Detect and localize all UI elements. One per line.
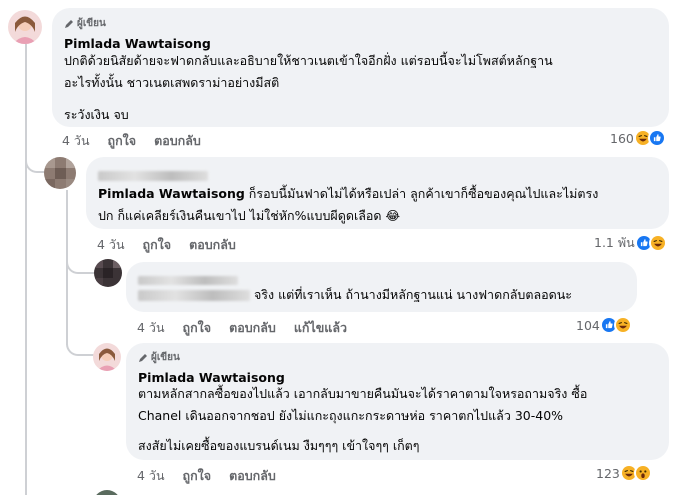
pencil-icon [139, 353, 147, 362]
comment-text-line: จริง แต่ที่เราเห็น ถ้านางมีหลักฐานแน่ นา… [138, 284, 625, 306]
like-button[interactable]: ถูกใจ [143, 235, 172, 255]
wow-emoji-icon [633, 464, 652, 482]
like-button[interactable]: ถูกใจ [183, 318, 212, 338]
reaction-summary[interactable]: 104 [576, 316, 632, 334]
thread-connector [66, 330, 94, 356]
blurred-name [98, 170, 208, 181]
author-badge-label: ผู้เขียน [77, 18, 106, 29]
reaction-summary[interactable]: 160 [610, 129, 666, 147]
thread-connector [66, 248, 94, 274]
comment-text-line: ปกติด้วยนิสัยด้ายจะฟาดกลับและอธิบายให้ชา… [64, 53, 553, 68]
comment-text-line: Chanel เดินออกจากชอป ยังไม่แกะถุงแกะกระด… [138, 408, 564, 423]
reply-button[interactable]: ตอบกลับ [229, 466, 276, 486]
reply-button[interactable]: ตอบกลับ [189, 235, 236, 255]
comment-text-line: อะไรทั้งนั้น ชาวเนตเสพดราม่าอย่างมีสติ [64, 75, 280, 90]
haha-emoji-icon [648, 234, 667, 252]
like-emoji-icon [647, 129, 666, 147]
mention-link[interactable]: Pimlada Wawtaisong [98, 186, 245, 201]
reaction-count: 1.1 พัน [594, 235, 635, 250]
reaction-count: 160 [610, 130, 634, 146]
avatar[interactable] [44, 157, 76, 189]
comment-actions: 4 วัน ถูกใจ ตอบกลับ [137, 466, 276, 486]
author-badge-label: ผู้เขียน [151, 352, 180, 363]
comment-text-line: ตามหลักสากลซื้อของไปแล้ว เอากลับมาขายคืน… [138, 386, 588, 401]
comment-bubble: จริง แต่ที่เราเห็น ถ้านางมีหลักฐานแน่ นา… [126, 262, 637, 312]
comment-bubble: Pimlada Wawtaisong ก็รอบนี้มันฟาดไม่ได้ห… [86, 157, 669, 229]
blurred-name [138, 276, 238, 285]
comment-actions: 4 วัน ถูกใจ ตอบกลับ แก้ไขแล้ว [137, 318, 347, 338]
author-badge: ผู้เขียน [138, 350, 657, 365]
blurred-mention [138, 290, 250, 301]
thread-line-reply-cont [66, 270, 68, 345]
comment-actions: 4 วัน ถูกใจ ตอบกลับ [62, 131, 201, 151]
avatar[interactable] [8, 10, 42, 44]
comment-time[interactable]: 4 วัน [137, 466, 165, 486]
reply-button[interactable]: ตอบกลับ [229, 318, 276, 338]
avatar[interactable] [94, 259, 122, 287]
reaction-summary[interactable]: 123 [596, 464, 652, 482]
haha-emoji-icon [613, 316, 632, 334]
reply-button[interactable]: ตอบกลับ [154, 131, 201, 151]
comment-author[interactable]: Pimlada Wawtaisong [64, 36, 657, 51]
reaction-count: 123 [596, 465, 620, 481]
comment-time[interactable]: 4 วัน [137, 318, 165, 338]
pencil-icon [65, 19, 73, 28]
comment-actions: 4 วัน ถูกใจ ตอบกลับ [97, 235, 236, 255]
edited-label[interactable]: แก้ไขแล้ว [294, 318, 347, 338]
author-badge: ผู้เขียน [64, 16, 657, 31]
reaction-summary[interactable]: 1.1 พัน [594, 233, 667, 253]
comment-text-line: ระวังเงิน จบ [64, 107, 129, 122]
comment-bubble: ผู้เขียน Pimlada Wawtaisong ตามหลักสากลซ… [126, 343, 669, 460]
comment-text-line: ปก ก็แค่เคลียร์เงินคืนเขาไป ไม่ใช่หัก%แบ… [98, 208, 401, 223]
like-button[interactable]: ถูกใจ [108, 131, 137, 151]
comment-time[interactable]: 4 วัน [62, 131, 90, 151]
avatar[interactable] [93, 490, 121, 495]
comment-time[interactable]: 4 วัน [97, 235, 125, 255]
comment-text-line: สงสัยไม่เคยซื้อของแบรนด์เนม งืมๆๆๆ เข้าใ… [138, 438, 420, 453]
comment-bubble: ผู้เขียน Pimlada Wawtaisong ปกติด้วยนิสั… [52, 8, 669, 127]
like-button[interactable]: ถูกใจ [183, 466, 212, 486]
reaction-count: 104 [576, 317, 600, 333]
avatar[interactable] [93, 343, 121, 371]
thread-line-main-cont [25, 170, 27, 495]
comment-text-line: Pimlada Wawtaisong ก็รอบนี้มันฟาดไม่ได้ห… [98, 186, 599, 201]
